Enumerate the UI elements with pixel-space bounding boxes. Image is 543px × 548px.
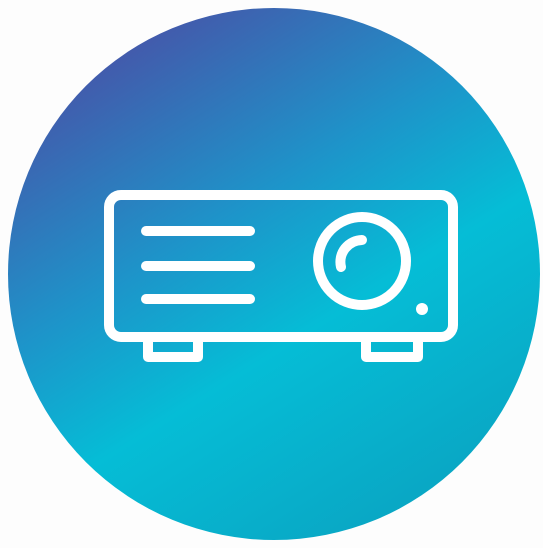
projector-icon: [8, 8, 540, 540]
gradient-circle: [8, 8, 540, 540]
projector-badge: [0, 0, 543, 548]
indicator-dot: [416, 303, 428, 315]
